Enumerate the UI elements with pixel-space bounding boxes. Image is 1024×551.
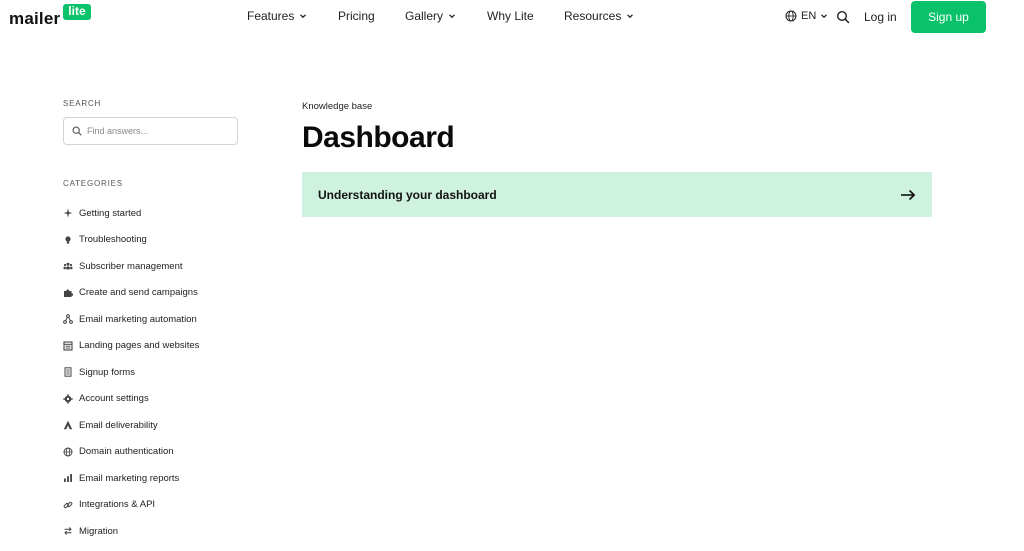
category-label: Email deliverability (79, 419, 158, 431)
form-icon (63, 367, 73, 377)
category-label: Getting started (79, 207, 142, 219)
nav-item-label: Pricing (338, 9, 375, 23)
arrow-right-icon (901, 189, 916, 200)
category-label: Signup forms (79, 366, 135, 378)
link-icon (63, 500, 73, 510)
category-label: Email marketing reports (79, 472, 180, 484)
chevron-down-icon (821, 14, 828, 19)
nav-item-label: Why Lite (487, 9, 534, 23)
globe-icon (63, 447, 73, 457)
category-signup-forms[interactable]: Signup forms (63, 359, 263, 386)
category-integrations-and-api[interactable]: Integrations & API (63, 492, 263, 519)
category-migration[interactable]: Migration (63, 518, 263, 545)
bar-chart-icon (63, 473, 73, 483)
logo-badge: lite (63, 3, 91, 20)
search-icon (72, 126, 82, 136)
category-label: Email marketing automation (79, 313, 197, 325)
sidebar: SEARCH CATEGORIES Getting started Troubl… (63, 99, 238, 537)
gear-icon (63, 394, 73, 404)
search-section-label: SEARCH (63, 99, 102, 108)
category-domain-authentication[interactable]: Domain authentication (63, 439, 263, 466)
breadcrumb[interactable]: Knowledge base (302, 101, 372, 112)
category-account-settings[interactable]: Account settings (63, 386, 263, 413)
nav-item-pricing[interactable]: Pricing (338, 9, 375, 23)
search-icon (836, 10, 850, 24)
chevron-down-icon (448, 12, 456, 20)
page-title: Dashboard (302, 121, 455, 154)
category-email-marketing-reports[interactable]: Email marketing reports (63, 465, 263, 492)
globe-icon (785, 10, 797, 22)
category-subscriber-management[interactable]: Subscriber management (63, 253, 263, 280)
category-label: Troubleshooting (79, 234, 147, 246)
sparkle-icon (63, 208, 73, 218)
login-link[interactable]: Log in (864, 10, 897, 24)
article-title: Understanding your dashboard (318, 187, 497, 202)
search-input[interactable] (87, 126, 227, 136)
nav-item-label: Gallery (405, 9, 444, 23)
nav-item-resources[interactable]: Resources (564, 9, 634, 23)
category-list: Getting started Troubleshooting Subscrib… (63, 200, 263, 545)
lightbulb-icon (63, 235, 73, 245)
signup-button[interactable]: Sign up (911, 1, 986, 33)
nav-item-features[interactable]: Features (247, 9, 307, 23)
categories-section-label: CATEGORIES (63, 179, 123, 188)
chevron-down-icon (299, 12, 307, 20)
article-link-card[interactable]: Understanding your dashboard (302, 172, 932, 217)
logo-word: mailer (9, 9, 61, 28)
category-label: Domain authentication (79, 446, 174, 458)
puzzle-icon (63, 288, 73, 298)
header-search-button[interactable] (836, 10, 850, 24)
chevron-down-icon (626, 12, 634, 20)
category-label: Migration (79, 525, 119, 537)
swap-icon (63, 526, 73, 536)
category-label: Landing pages and websites (79, 340, 200, 352)
page-icon (63, 341, 73, 351)
mailerlite-logo[interactable]: mailer lite (9, 3, 91, 29)
category-email-deliverability[interactable]: Email deliverability (63, 412, 263, 439)
workflow-icon (63, 314, 73, 325)
category-troubleshooting[interactable]: Troubleshooting (63, 227, 263, 254)
language-label: EN (801, 10, 817, 22)
users-icon (63, 261, 73, 271)
category-create-and-send-campaigns[interactable]: Create and send campaigns (63, 280, 263, 307)
nav-item-label: Features (247, 9, 295, 23)
category-email-marketing-automation[interactable]: Email marketing automation (63, 306, 263, 333)
top-navigation-bar: mailer lite Features Pricing Gallery Why… (0, 0, 1024, 34)
nav-item-why-lite[interactable]: Why Lite (487, 9, 534, 23)
nav-item-label: Resources (564, 9, 622, 23)
category-label: Subscriber management (79, 260, 183, 272)
triangle-icon (63, 420, 73, 430)
nav-item-gallery[interactable]: Gallery (405, 9, 456, 23)
category-label: Integrations & API (79, 499, 156, 511)
category-landing-pages-and-websites[interactable]: Landing pages and websites (63, 333, 263, 360)
category-getting-started[interactable]: Getting started (63, 200, 263, 227)
language-selector[interactable]: EN (785, 10, 828, 22)
category-label: Account settings (79, 393, 149, 405)
category-label: Create and send campaigns (79, 287, 198, 299)
search-field[interactable] (63, 117, 238, 145)
